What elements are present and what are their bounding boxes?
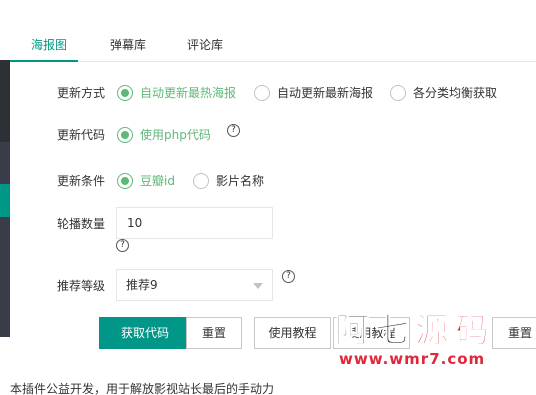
svg-text:www.wmr7.com: www.wmr7.com — [339, 350, 485, 368]
radio-label: 使用php代码 — [140, 128, 211, 142]
tab-danmaku[interactable]: 弹幕库 — [110, 28, 146, 62]
help-icon[interactable]: ? — [282, 270, 295, 283]
sidebar-edge-item[interactable] — [0, 142, 10, 184]
radio-label: 自动更新最新海报 — [277, 86, 374, 100]
select-value: 推荐9 — [126, 278, 158, 292]
radio-circle — [193, 172, 209, 189]
radio-circle — [117, 172, 133, 189]
plugin-settings-panel: 海报图 弹幕库 评论库 更新方式 自动更新最热海报 自动更新最新海报 各分类均衡… — [0, 0, 536, 395]
update-condition-label: 更新条件 — [57, 174, 106, 188]
update-code-label: 更新代码 — [57, 128, 106, 142]
radio-label: 各分类均衡获取 — [413, 86, 498, 100]
help-icon[interactable]: ? — [116, 239, 129, 252]
sidebar-edge-item[interactable] — [0, 217, 10, 337]
radio-circle — [254, 84, 270, 101]
radio-circle — [117, 84, 133, 101]
radio-circle — [390, 84, 406, 101]
tab-comments[interactable]: 评论库 — [187, 28, 223, 62]
radio-label: 自动更新最热海报 — [140, 86, 237, 100]
recommend-level-label: 推荐等级 — [57, 279, 106, 293]
radio-label: 豆瓣id — [140, 174, 175, 188]
reset-button[interactable]: 重置 — [186, 317, 242, 349]
tab-poster[interactable]: 海报图 — [31, 28, 67, 62]
footer-note: 本插件公益开发，用于解放影视站长最后的手动力 — [10, 382, 275, 395]
tutorial-button-2[interactable]: 使用教程 — [333, 317, 410, 349]
radio-circle — [117, 126, 133, 143]
sidebar-edge-active-item[interactable] — [0, 184, 10, 217]
tab-bar: 海报图 弹幕库 评论库 — [10, 28, 536, 62]
radio-latest-posters[interactable]: 自动更新最新海报 — [254, 84, 373, 101]
update-mode-label: 更新方式 — [57, 86, 106, 100]
carousel-count-label: 轮播数量 — [57, 217, 106, 231]
radio-movie-name[interactable]: 影片名称 — [193, 172, 264, 189]
radio-douban-id[interactable]: 豆瓣id — [117, 172, 175, 189]
carousel-count-input[interactable]: 10 — [116, 207, 273, 239]
recommend-level-select[interactable]: 推荐9 — [116, 269, 273, 301]
tutorial-button[interactable]: 使用教程 — [254, 317, 331, 349]
chevron-down-icon — [253, 283, 263, 289]
active-tab-indicator — [10, 60, 78, 62]
reset-button-2[interactable]: 重置 — [492, 317, 536, 349]
svg-text:码: 码 — [455, 311, 489, 351]
radio-balanced-categories[interactable]: 各分类均衡获取 — [390, 84, 497, 101]
radio-label: 影片名称 — [216, 174, 265, 188]
sidebar-edge — [0, 0, 10, 395]
get-code-button[interactable]: 获取代码 — [99, 317, 191, 349]
sidebar-edge-dark — [0, 60, 10, 142]
help-icon[interactable]: ? — [227, 124, 240, 137]
svg-text:源: 源 — [415, 311, 449, 351]
radio-php-code[interactable]: 使用php代码 — [117, 126, 211, 143]
radio-hot-posters[interactable]: 自动更新最热海报 — [117, 84, 236, 101]
